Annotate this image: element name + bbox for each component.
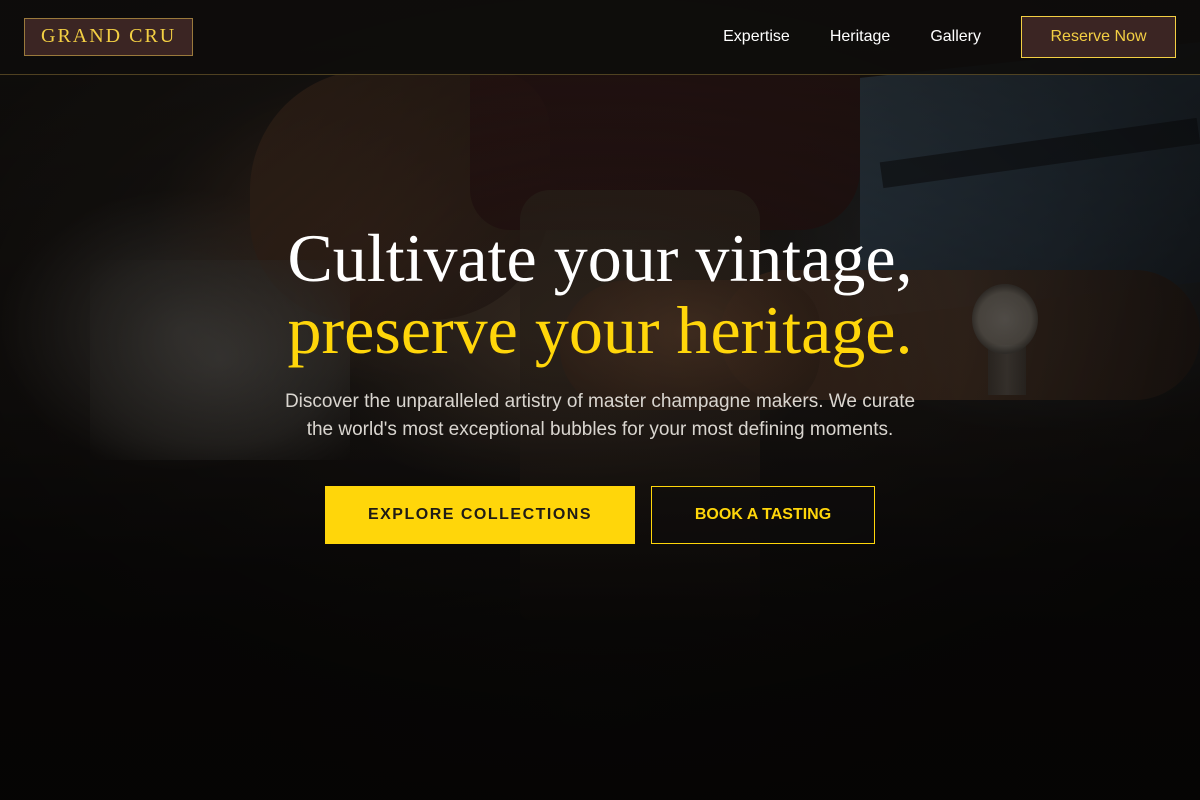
cta-row: EXPLORE COLLECTIONS BOOK A TASTING bbox=[0, 486, 1200, 544]
book-tasting-button[interactable]: BOOK A TASTING bbox=[651, 486, 875, 544]
top-navbar: GRAND CRU Expertise Heritage Gallery Res… bbox=[0, 0, 1200, 75]
hero-headline: Cultivate your vintage, preserve your he… bbox=[0, 222, 1200, 366]
explore-collections-button[interactable]: EXPLORE COLLECTIONS bbox=[325, 486, 635, 544]
hero-subtext: Discover the unparalleled artistry of ma… bbox=[284, 391, 916, 440]
nav-link-gallery[interactable]: Gallery bbox=[930, 28, 981, 46]
nav-link-expertise[interactable]: Expertise bbox=[723, 28, 790, 46]
brand-logo[interactable]: GRAND CRU bbox=[24, 18, 194, 56]
headline-line-2: preserve your heritage. bbox=[287, 292, 913, 368]
reserve-now-button[interactable]: Reserve Now bbox=[1021, 16, 1176, 58]
main-nav: Expertise Heritage Gallery Reserve Now bbox=[723, 16, 1176, 58]
nav-link-heritage[interactable]: Heritage bbox=[830, 28, 890, 46]
hero-section: Cultivate your vintage, preserve your he… bbox=[0, 222, 1200, 544]
headline-line-1: Cultivate your vintage, bbox=[287, 220, 913, 296]
